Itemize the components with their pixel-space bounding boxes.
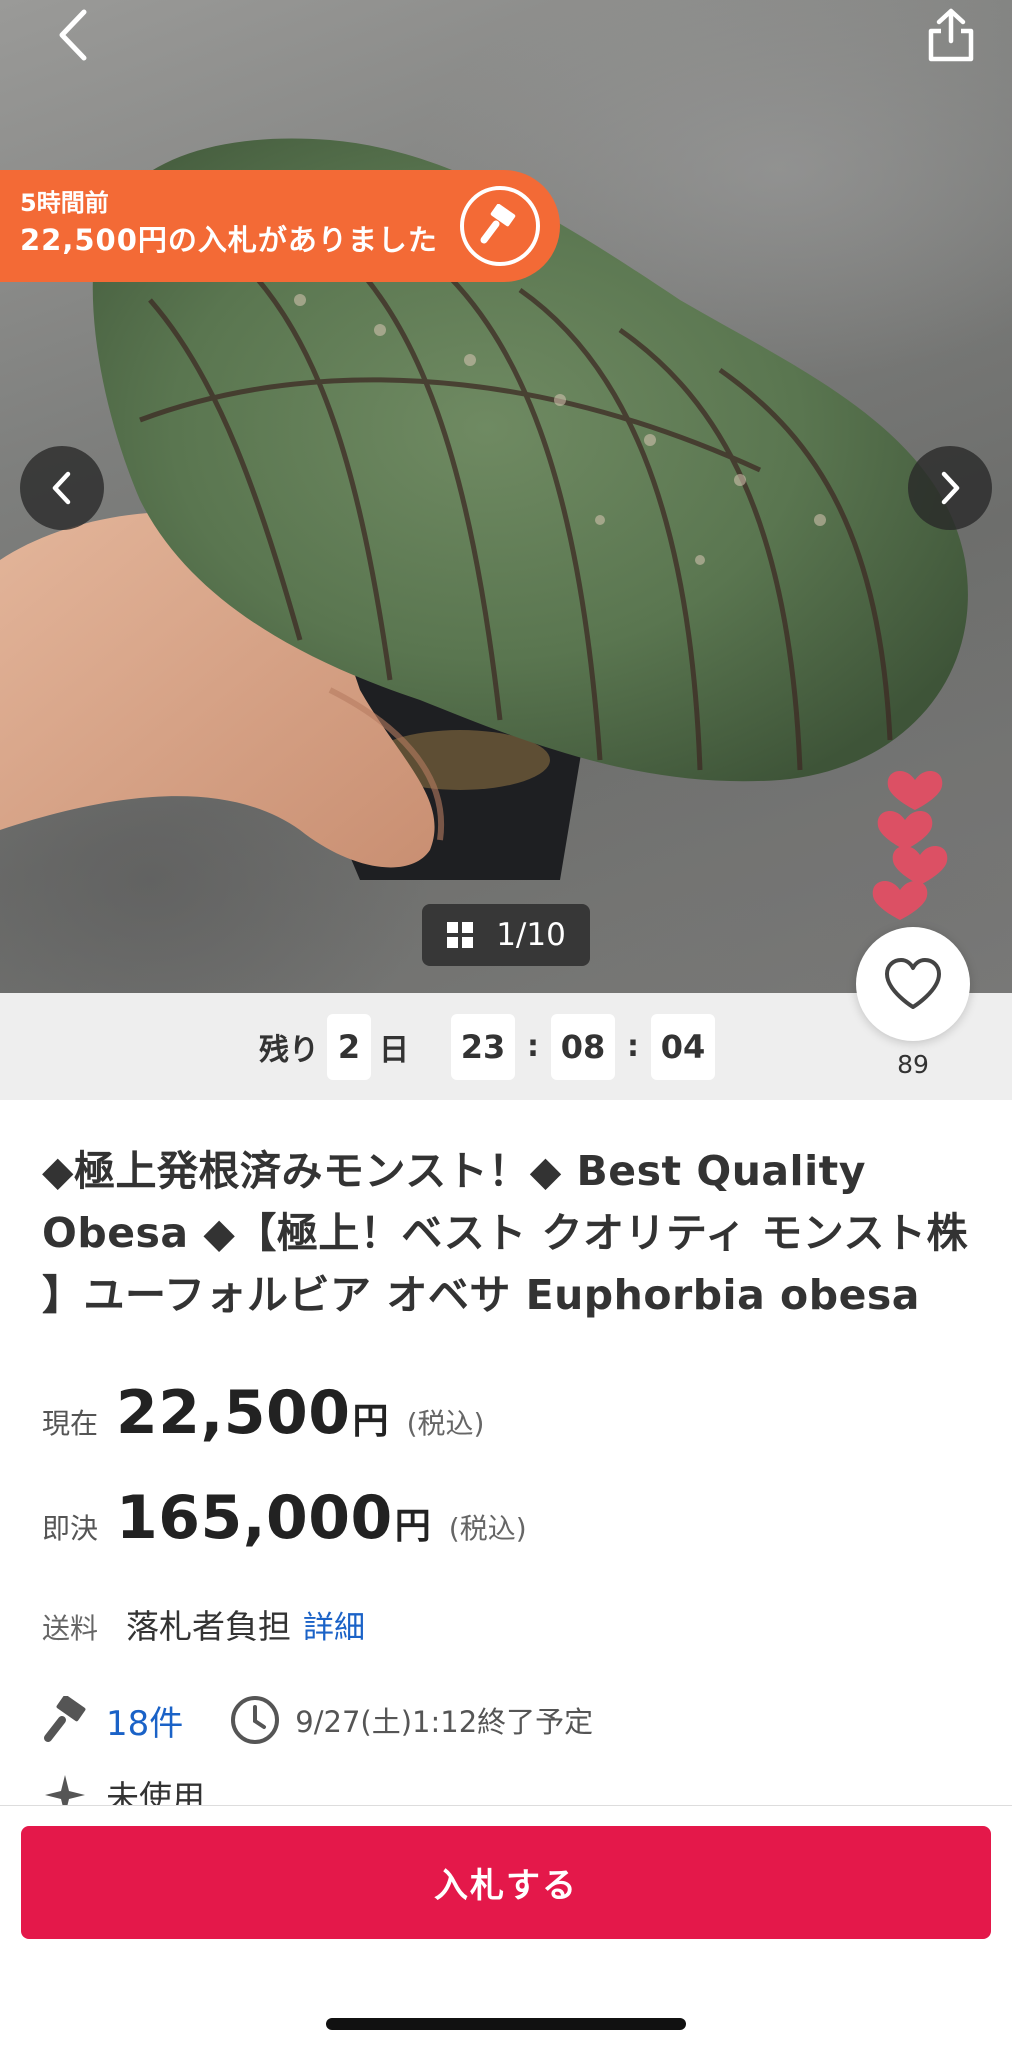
countdown-hours: 23 — [451, 1013, 515, 1080]
countdown-minutes: 08 — [551, 1013, 615, 1080]
auction-end-time: 9/27(土)1:12終了予定 — [295, 1705, 594, 1739]
share-icon — [928, 8, 974, 62]
shipping-row: 送料 落札者負担 詳細 — [42, 1600, 365, 1648]
buynow-price-tax: (税込) — [448, 1512, 527, 1545]
buynow-price-currency: 円 — [394, 1506, 431, 1547]
gallery-counter[interactable]: 1/10 — [422, 904, 590, 966]
hearts-animation — [872, 771, 948, 920]
share-button[interactable] — [906, 0, 996, 70]
countdown-seconds: 04 — [651, 1013, 715, 1080]
chevron-left-icon — [59, 9, 87, 61]
countdown-separator: : — [527, 1029, 539, 1064]
countdown-days: 2 — [327, 1013, 371, 1080]
heart-icon — [885, 958, 941, 1009]
auction-meta-row: 18件 9/27(土)1:12終了予定 — [42, 1690, 593, 1750]
gavel-icon — [480, 204, 516, 244]
shipping-value: 落札者負担 — [126, 1607, 291, 1646]
buynow-price-label: 即決 — [42, 1512, 99, 1545]
current-price-row: 現在 22,500 円 (税込) — [42, 1378, 484, 1448]
recent-bid-banner: 5時間前 22,500円の入札がありました — [0, 170, 560, 282]
product-photo[interactable]: 5時間前 22,500円の入札がありました 1/10 — [0, 0, 1012, 993]
buynow-price-row: 即決 165,000 円 (税込) — [42, 1483, 527, 1553]
current-price-currency: 円 — [352, 1401, 389, 1442]
shipping-detail-link[interactable]: 詳細 — [303, 1602, 365, 1647]
current-price-value: 22,500 — [116, 1378, 351, 1448]
countdown-days-unit: 日 — [379, 1032, 409, 1068]
countdown-prefix: 残り — [259, 1032, 319, 1068]
buynow-price-value: 165,000 — [116, 1483, 393, 1553]
chevron-left-icon — [52, 471, 71, 505]
product-title: ◆極上発根済みモンスト！◆ Best Quality Obesa ◆【極上！ベス… — [42, 1147, 968, 1319]
grid-icon — [447, 922, 474, 948]
bid-button[interactable]: 入札する — [21, 1826, 991, 1939]
gallery-prev-button[interactable] — [20, 446, 104, 530]
gallery-counter-text: 1/10 — [496, 917, 566, 953]
bid-count-link[interactable]: 18件 — [106, 1696, 183, 1745]
shipping-label: 送料 — [42, 1612, 99, 1645]
favorite-button[interactable] — [856, 927, 970, 1041]
clock-icon — [231, 1696, 280, 1744]
countdown-bar: 残り 2 日 23 : 08 : 04 — [0, 993, 1012, 1100]
current-price-label: 現在 — [42, 1407, 99, 1440]
countdown-separator: : — [627, 1029, 639, 1064]
home-indicator[interactable] — [326, 2018, 686, 2030]
gavel-icon-wrapper — [460, 186, 540, 266]
chevron-right-icon — [941, 471, 960, 505]
gavel-icon — [44, 1696, 86, 1742]
favorite-count: 89 — [897, 1050, 929, 1079]
back-button[interactable] — [28, 0, 118, 70]
current-price-tax: (税込) — [406, 1407, 485, 1440]
gallery-next-button[interactable] — [908, 446, 992, 530]
bottom-action-bar: 入札する — [0, 1805, 1012, 2048]
